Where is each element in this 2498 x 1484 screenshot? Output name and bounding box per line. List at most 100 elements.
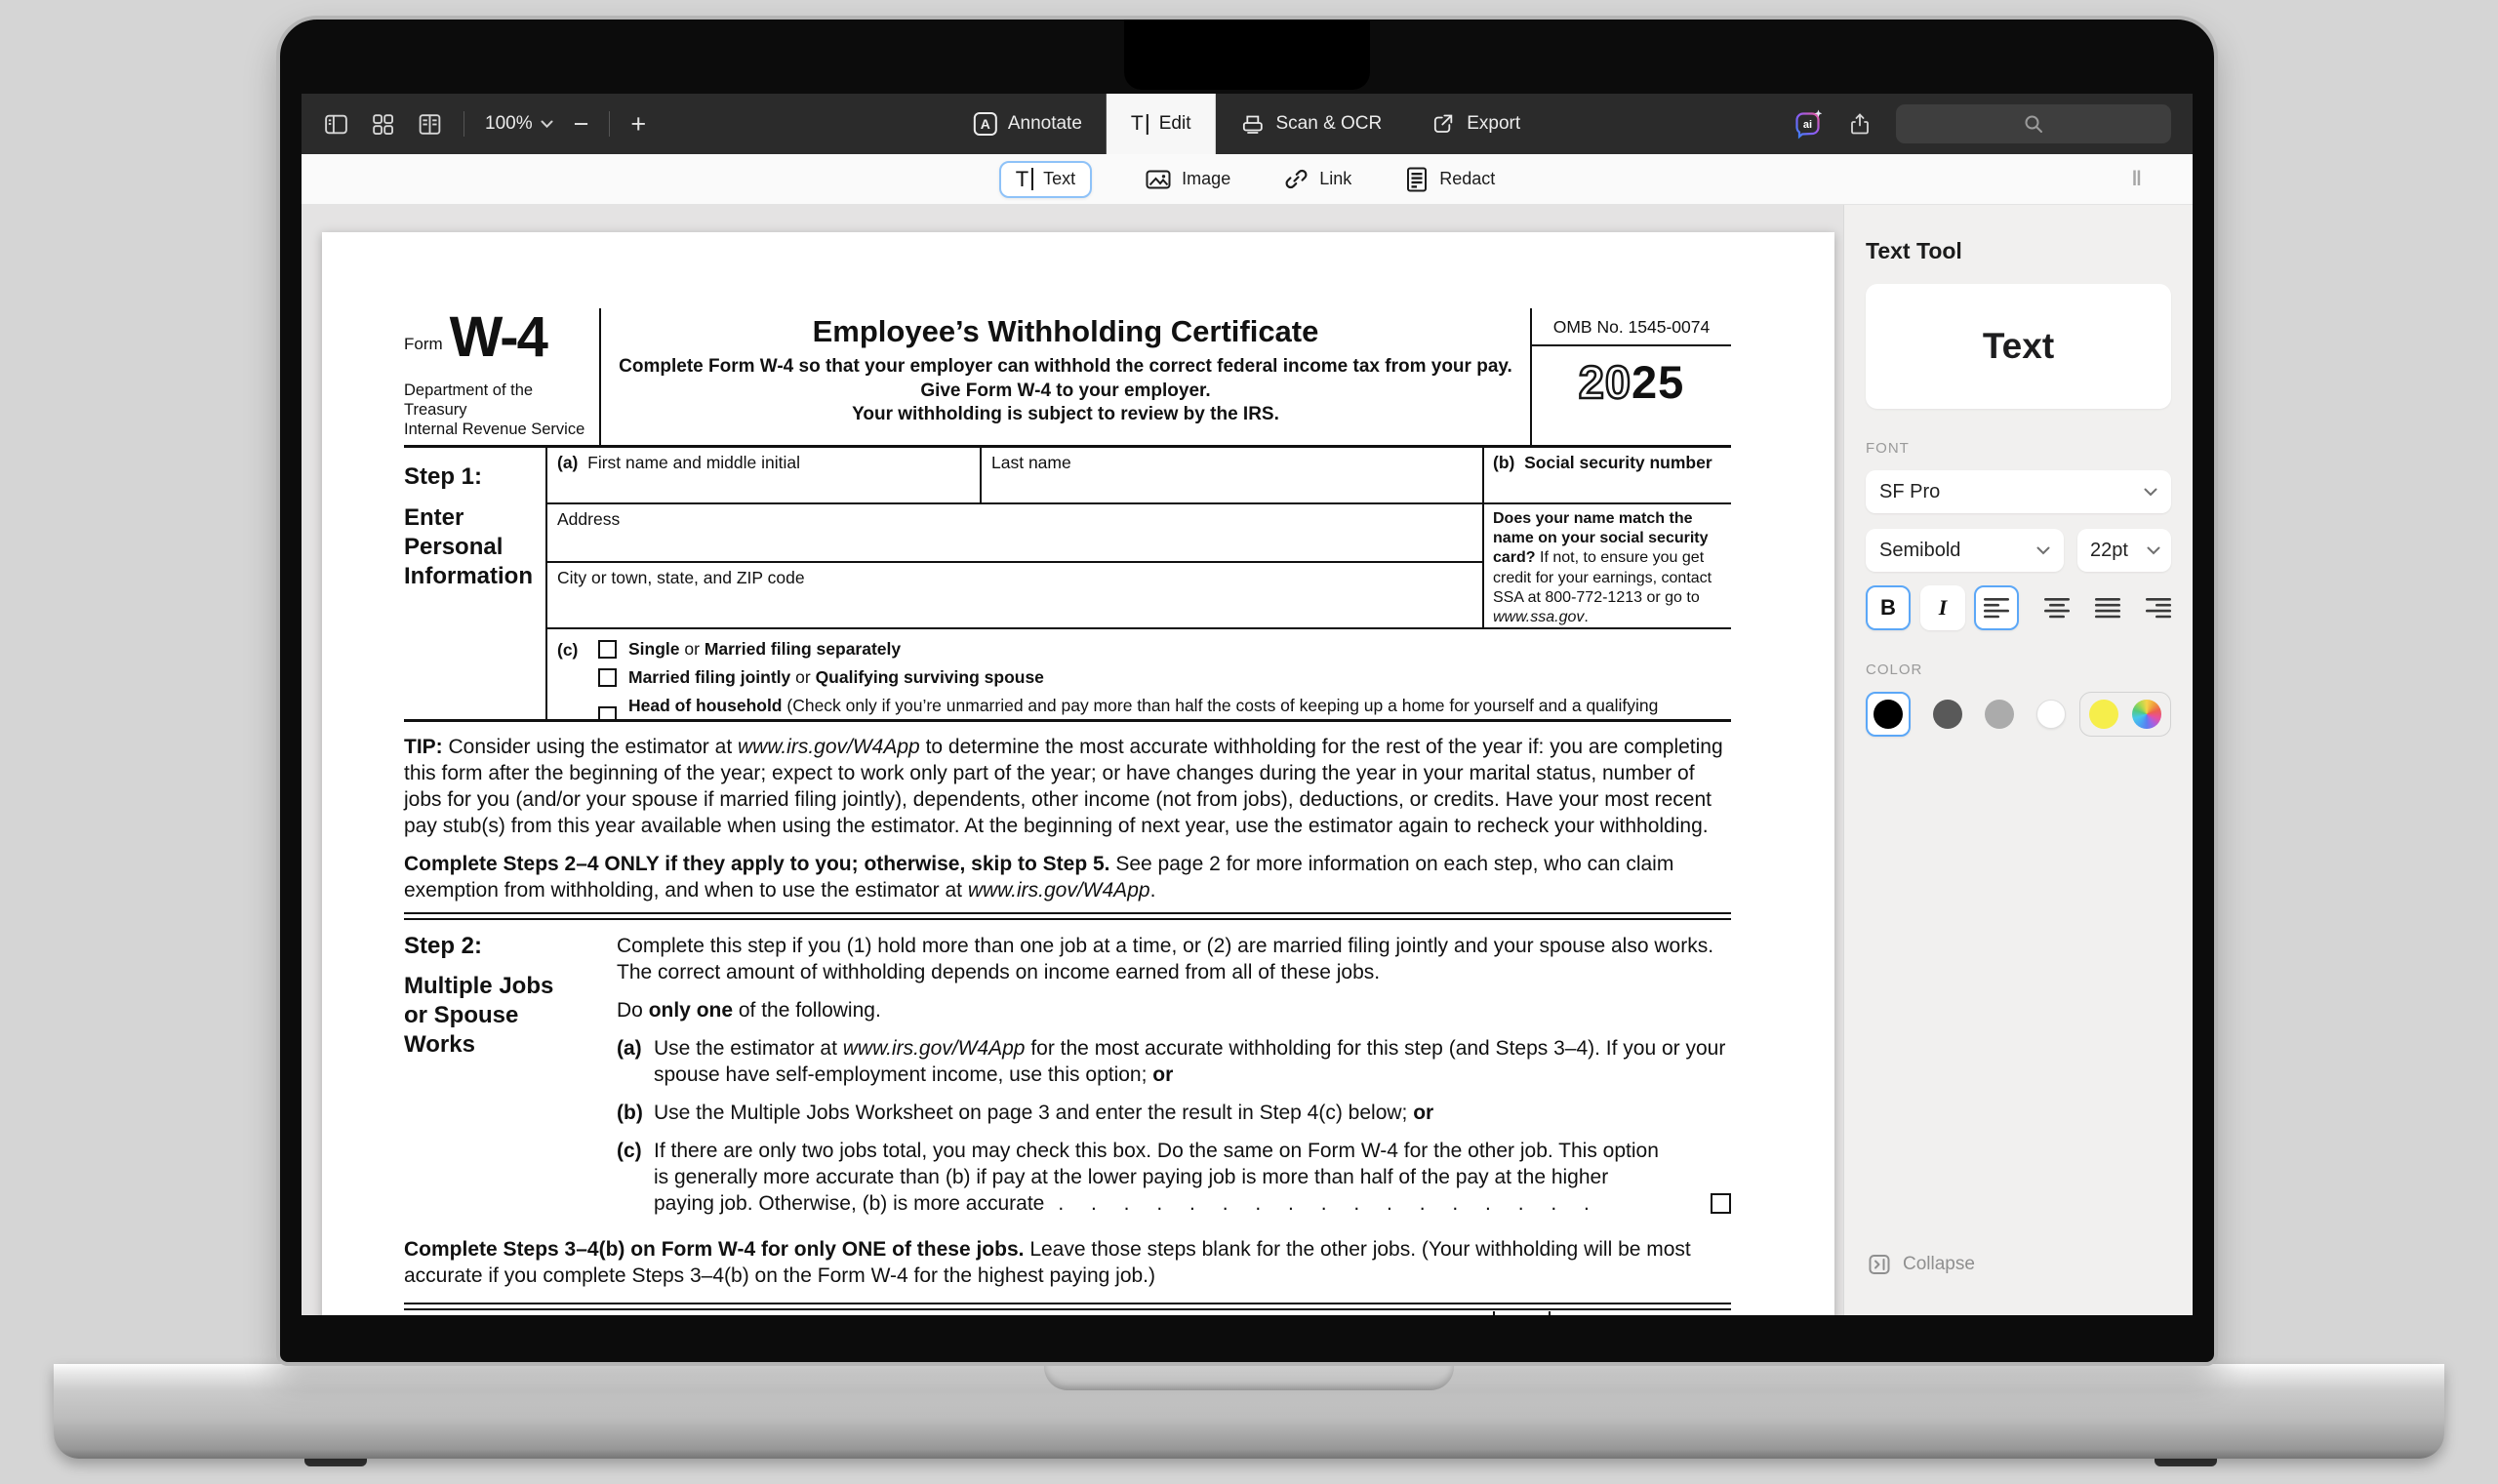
tool-label: Redact	[1439, 169, 1495, 189]
form-header: Form W-4 Department of the Treasury Inte…	[404, 308, 1731, 448]
step2-subtitle: Multiple Jobs or Spouse Works	[404, 972, 617, 1060]
text-style-preview[interactable]: Text	[1866, 284, 2171, 409]
head-of-household-checkbox[interactable]	[598, 706, 617, 719]
ai-assistant-icon[interactable]: ai	[1793, 108, 1824, 140]
tab-edit[interactable]: T Edit	[1107, 94, 1216, 154]
color-wheel-picker[interactable]	[2132, 700, 2161, 729]
option-label: Single or Married filing separately	[628, 639, 901, 660]
font-family-select[interactable]: SF Pro	[1866, 470, 2171, 513]
mode-tabs: A Annotate T Edit Scan & OCR	[949, 94, 1545, 154]
color-swatch-gray[interactable]	[1985, 700, 2014, 729]
form-subtitle-2: Give Form W-4 to your employer.	[617, 380, 1514, 404]
chevron-down-icon	[541, 120, 553, 129]
color-section-label: COLOR	[1866, 662, 2171, 678]
color-swatch-black[interactable]	[1866, 692, 1911, 737]
sidebar-toggle-icon[interactable]	[323, 111, 349, 138]
collapse-panel-button[interactable]: Collapse	[1868, 1253, 1975, 1276]
edit-text-icon: T	[1131, 112, 1148, 136]
two-jobs-checkbox[interactable]	[1711, 1193, 1731, 1214]
chevron-down-icon	[2036, 546, 2050, 555]
preview-text: Text	[1983, 326, 2054, 367]
tool-label: Link	[1319, 169, 1351, 189]
zoom-in-button[interactable]: +	[630, 111, 646, 138]
export-icon	[1430, 111, 1456, 137]
form-word: Form	[404, 335, 443, 354]
text-tool-button[interactable]: T Text	[999, 161, 1092, 198]
step2-do-only-one: Do only one of the following.	[617, 997, 1731, 1023]
search-input[interactable]	[1896, 104, 2171, 143]
font-size-select[interactable]: 22pt	[2077, 529, 2171, 572]
dept-line1: Department of the Treasury	[404, 381, 599, 420]
step1-subtitle: Enter Personal Information	[404, 503, 545, 591]
color-swatch-white[interactable]	[2036, 700, 2066, 729]
extra-colors-group	[2079, 692, 2171, 737]
zoom-level-select[interactable]: 100%	[485, 113, 553, 135]
collapse-label: Collapse	[1903, 1254, 1975, 1275]
image-tool-button[interactable]: Image	[1145, 167, 1230, 192]
ssn-field[interactable]: (b) Social security number	[1482, 448, 1731, 504]
color-swatch-dark-gray[interactable]	[1933, 700, 1962, 729]
align-left-icon	[1984, 598, 2009, 619]
align-justify-icon[interactable]	[2095, 598, 2120, 619]
section-divider	[404, 1303, 1731, 1310]
tool-label: Image	[1182, 169, 1230, 189]
address-field[interactable]: Address	[547, 504, 1482, 563]
first-name-field[interactable]: (a) First name and middle initial	[547, 448, 982, 504]
collapse-icon	[1868, 1253, 1891, 1276]
two-page-view-icon[interactable]	[417, 111, 443, 138]
color-swatch-yellow[interactable]	[2089, 700, 2118, 729]
redact-tool-button[interactable]: Redact	[1404, 166, 1495, 193]
step2-option-b: (b) Use the Multiple Jobs Worksheet on p…	[617, 1100, 1731, 1126]
filing-status-option: Married filing jointly or Qualifying sur…	[598, 667, 1731, 688]
form-number: W-4	[450, 308, 546, 368]
step2-section: Step 2: Multiple Jobs or Spouse Works Co…	[404, 930, 1731, 1217]
document-canvas: Form W-4 Department of the Treasury Inte…	[302, 205, 1843, 1315]
step2-option-a: (a) Use the estimator at www.irs.gov/W4A…	[617, 1035, 1731, 1088]
omb-number: OMB No. 1545-0074	[1532, 308, 1731, 346]
tab-export[interactable]: Export	[1406, 94, 1545, 154]
last-name-field[interactable]: Last name	[982, 448, 1482, 504]
married-jointly-checkbox[interactable]	[598, 668, 617, 687]
link-icon	[1283, 166, 1309, 192]
annotate-icon: A	[974, 112, 997, 136]
font-weight-value: Semibold	[1879, 540, 1960, 562]
link-tool-button[interactable]: Link	[1283, 166, 1351, 192]
city-field[interactable]: City or town, state, and ZIP code	[547, 563, 1482, 629]
laptop-lid-notch-scoop	[1044, 1364, 1454, 1390]
tab-annotate[interactable]: A Annotate	[949, 94, 1107, 154]
form-subtitle-3: Your withholding is subject to review by…	[617, 403, 1514, 427]
filing-status-row: (c) Single or Married filing separately	[547, 629, 1731, 719]
toolbar-divider	[609, 111, 610, 137]
zoom-level-value: 100%	[485, 113, 533, 135]
tab-scan-ocr[interactable]: Scan & OCR	[1215, 94, 1406, 154]
step2-title: Step 2:	[404, 933, 617, 960]
single-checkbox[interactable]	[598, 640, 617, 659]
font-weight-select[interactable]: Semibold	[1866, 529, 2064, 572]
dotted-leader: . . . . . . . . . . . . . . . . .	[1058, 1192, 1600, 1215]
camera-notch	[1124, 20, 1370, 90]
tax-year: 2025	[1532, 355, 1731, 409]
edit-tools-bar: T Text Image Link	[302, 154, 2193, 205]
search-icon	[2023, 113, 2044, 135]
align-center-icon[interactable]	[2044, 598, 2070, 619]
italic-button[interactable]: I	[1920, 585, 1965, 630]
zoom-out-button[interactable]: −	[574, 111, 589, 138]
text-tool-icon: T	[1016, 167, 1033, 192]
align-right-icon[interactable]	[2146, 598, 2171, 619]
main-toolbar: 100% − + A Annotate T Edit	[302, 94, 2193, 154]
tab-label: Annotate	[1008, 113, 1082, 135]
share-icon[interactable]	[1847, 111, 1873, 137]
next-row-cell-border	[1493, 1311, 1495, 1315]
laptop-lid: 100% − + A Annotate T Edit	[276, 16, 2218, 1366]
step1-table: Step 1: Enter Personal Information (a) F…	[404, 448, 1731, 722]
option-label: Head of household (Check only if you’re …	[628, 696, 1731, 719]
svg-text:ai: ai	[1803, 119, 1812, 131]
font-family-value: SF Pro	[1879, 481, 1940, 503]
text-tool-panel: Text Tool Text FONT SF Pro Semibold	[1843, 205, 2193, 1315]
align-left-button[interactable]	[1974, 585, 2019, 630]
thumbnail-grid-icon[interactable]	[370, 111, 396, 138]
bold-button[interactable]: B	[1866, 585, 1911, 630]
toolbar-divider	[463, 111, 464, 137]
form-subtitle-1: Complete Form W-4 so that your employer …	[617, 355, 1514, 380]
panel-resize-handle[interactable]: ‖	[2132, 168, 2144, 191]
